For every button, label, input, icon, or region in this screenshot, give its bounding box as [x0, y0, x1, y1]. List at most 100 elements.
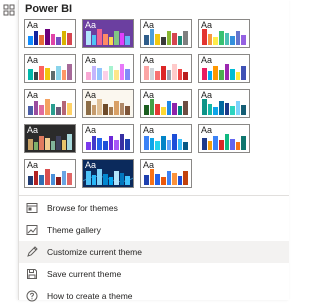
theme-swatch-bar [61, 31, 67, 45]
theme-tile[interactable]: Aa [24, 89, 76, 118]
theme-swatch-bar [235, 142, 241, 150]
theme-swatch-bar [61, 171, 67, 185]
theme-gallery-item[interactable]: Theme gallery [19, 219, 289, 241]
how-to-create-theme-item[interactable]: How to create a theme [19, 285, 289, 307]
section-title: Power BI [25, 3, 73, 15]
theme-swatch-bar [119, 134, 125, 150]
theme-swatch-bars [86, 133, 130, 150]
theme-tile[interactable]: Aa [140, 89, 192, 118]
theme-swatch-bar [213, 107, 218, 115]
theme-tile[interactable]: Aa [82, 124, 134, 153]
theme-swatch-bar [172, 103, 177, 115]
theme-swatch-bar [33, 142, 39, 150]
theme-swatch-bar [86, 72, 91, 80]
theme-swatch-bar [235, 31, 241, 45]
theme-swatch-bar [114, 140, 119, 150]
theme-tile[interactable]: Aa [140, 19, 192, 48]
theme-swatch-bar [86, 31, 91, 45]
theme-swatch-bar [33, 72, 39, 80]
theme-swatch-bars [202, 98, 246, 115]
theme-swatch-bar [230, 69, 235, 80]
theme-swatch-bar [218, 70, 224, 80]
theme-swatch-bar [119, 173, 125, 185]
theme-swatch-bar [166, 101, 172, 115]
theme-swatch-bars [28, 28, 72, 45]
theme-gallery-icon[interactable] [3, 4, 15, 16]
theme-tile[interactable]: Aa [82, 54, 134, 83]
browse-for-themes-item[interactable]: Browse for themes [19, 197, 289, 219]
theme-swatch-bar [160, 66, 166, 80]
theme-swatch-bar [172, 33, 177, 45]
theme-tile[interactable]: Aa [82, 19, 134, 48]
theme-swatch-bar [91, 35, 97, 45]
theme-swatch-bar [218, 101, 224, 115]
theme-tile[interactable]: Aa [198, 124, 250, 153]
theme-swatch-bars [86, 98, 130, 115]
theme-swatch-bar [86, 171, 91, 185]
theme-swatch-bar [241, 105, 246, 115]
theme-swatch-bar [149, 29, 155, 45]
theme-tile[interactable]: Aa [24, 159, 76, 188]
theme-swatch-bar [28, 139, 33, 150]
theme-swatch-bar [33, 171, 39, 185]
theme-swatch-bar [97, 138, 102, 150]
theme-swatch-bar [102, 71, 108, 80]
theme-swatch-bar [56, 37, 61, 45]
theme-swatch-bar [67, 33, 72, 45]
theme-tile[interactable]: Aa [198, 54, 250, 83]
theme-swatch-bar [119, 64, 125, 80]
theme-swatch-bars [28, 63, 72, 80]
customize-current-theme-item[interactable]: Customize current theme [19, 241, 289, 263]
theme-swatch-bar [108, 136, 114, 150]
theme-tile[interactable]: Aa [198, 89, 250, 118]
theme-tile[interactable]: Aa [140, 159, 192, 188]
theme-swatch-bar [67, 134, 72, 150]
theme-tile[interactable]: Aa [24, 54, 76, 83]
theme-swatch-bar [166, 140, 172, 150]
theme-swatch-bar [144, 66, 149, 80]
theme-swatch-bar [125, 139, 130, 150]
theme-swatch-bar [155, 34, 160, 45]
theme-swatch-bar [160, 136, 166, 150]
theme-swatch-bar [91, 136, 97, 150]
theme-swatch-bar [91, 66, 97, 80]
theme-swatch-bar [149, 138, 155, 150]
theme-tile[interactable]: Aa [24, 124, 76, 153]
theme-tile[interactable]: Aa [24, 19, 76, 48]
theme-swatch-bar [155, 71, 160, 80]
theme-swatch-bar [119, 103, 125, 115]
theme-swatch-bar [97, 68, 102, 80]
theme-swatch-bar [172, 173, 177, 185]
theme-swatch-bars [144, 133, 188, 150]
theme-swatch-bar [39, 35, 44, 45]
theme-swatch-bar [91, 175, 97, 185]
theme-swatch-bar [213, 66, 218, 80]
theme-tile[interactable]: Aa [198, 19, 250, 48]
theme-swatch-bar [166, 70, 172, 80]
theme-swatch-bar [224, 134, 230, 150]
theme-swatch-bar [50, 71, 56, 80]
theme-grid: Aa Aa Aa Aa Aa Aa Aa Aa Aa Aa Aa Aa Aa Aa Aa Aa Aa Aa Aa [24, 19, 250, 188]
theme-swatch-bar [224, 33, 230, 45]
theme-swatch-bar [202, 68, 207, 80]
theme-swatch-bars [144, 98, 188, 115]
save-current-theme-item[interactable]: Save current theme [19, 263, 289, 285]
theme-swatch-bar [50, 104, 56, 115]
theme-swatch-bar [119, 33, 125, 45]
theme-menu: Browse for themes Theme gallery Customiz… [19, 197, 289, 307]
theme-tile[interactable]: Aa [82, 89, 134, 118]
theme-tile[interactable]: Aa [140, 124, 192, 153]
divider [19, 195, 289, 196]
theme-swatch-bar [235, 72, 241, 80]
theme-swatch-bar [28, 176, 33, 185]
theme-swatch-bar [44, 169, 50, 185]
theme-swatch-bars [86, 168, 130, 185]
theme-swatch-bar [166, 171, 172, 185]
left-rail [0, 0, 18, 300]
theme-swatch-bar [50, 174, 56, 185]
theme-tile[interactable]: Aa [82, 159, 134, 188]
theme-swatch-bars [202, 133, 246, 150]
theme-swatch-bar [213, 37, 218, 45]
theme-swatch-bar [149, 68, 155, 80]
theme-tile[interactable]: Aa [140, 54, 192, 83]
